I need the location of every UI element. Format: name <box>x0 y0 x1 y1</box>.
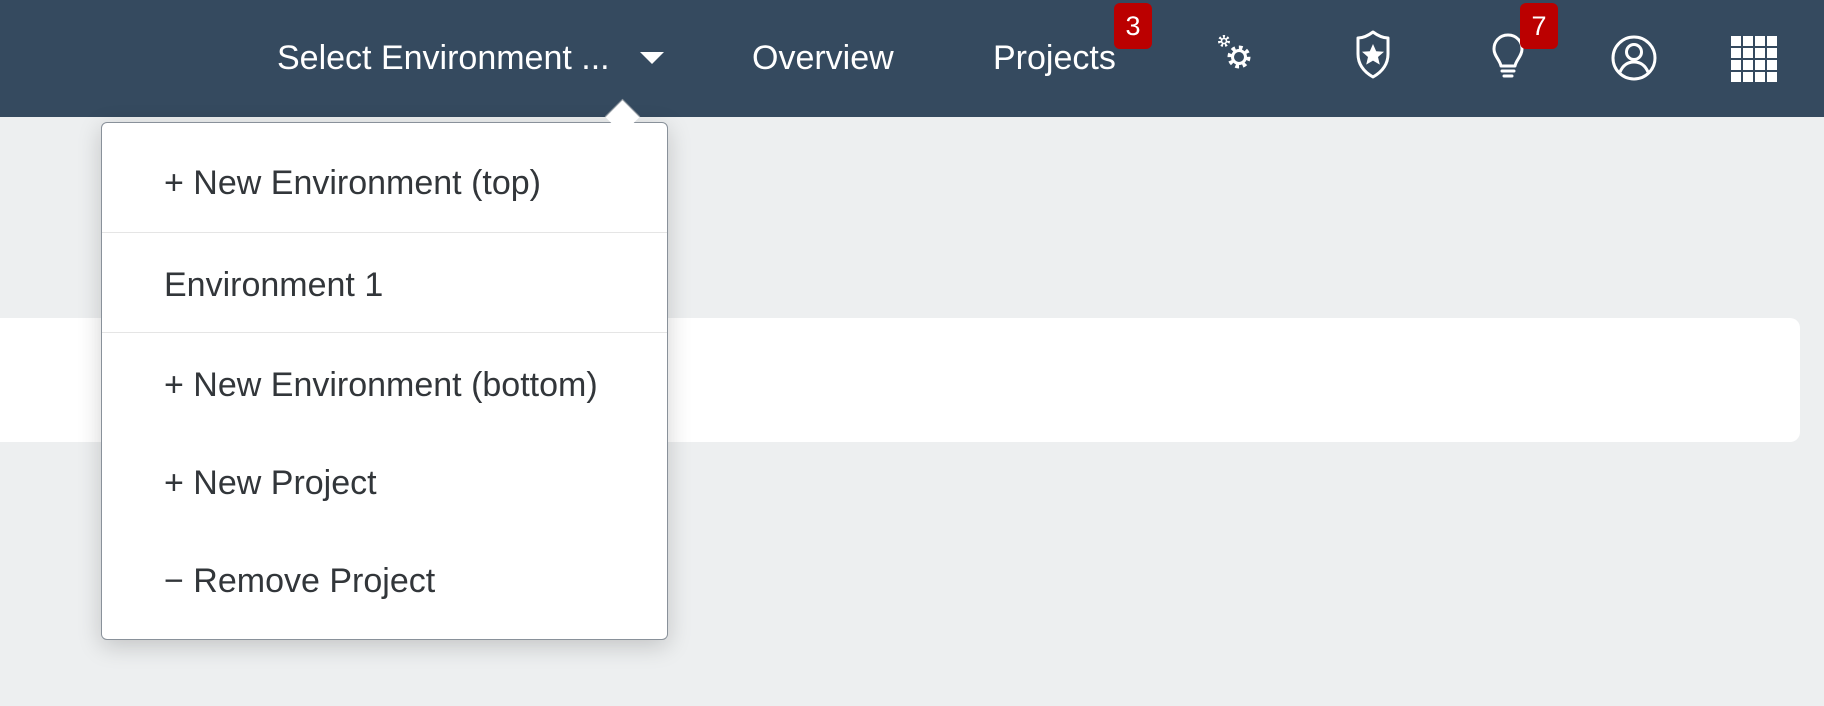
settings-icon <box>1218 35 1251 69</box>
app-launcher-button[interactable] <box>1728 33 1778 83</box>
ideas-count-badge: 7 <box>1520 3 1558 49</box>
user-icon <box>1611 35 1657 81</box>
achievement-badge-icon <box>1356 30 1390 79</box>
environment-dropdown: + New Environment (top) Environment 1 + … <box>101 122 668 640</box>
caret-down-icon[interactable] <box>640 52 664 64</box>
dropdown-pointer-cover <box>600 123 644 137</box>
menu-divider <box>102 232 667 233</box>
menu-item-remove-project[interactable]: − Remove Project <box>102 559 667 603</box>
environment-select[interactable]: Select Environment ... <box>277 36 610 80</box>
menu-item-environment-1[interactable]: Environment 1 <box>102 263 667 307</box>
menu-item-new-environment-top[interactable]: + New Environment (top) <box>102 161 667 205</box>
projects-count-badge: 3 <box>1114 3 1152 49</box>
achievements-button[interactable] <box>1348 30 1398 80</box>
shell-bar: Select Environment ... Overview Projects… <box>0 0 1824 117</box>
app-grid-icon <box>1731 36 1777 82</box>
menu-item-new-project[interactable]: + New Project <box>102 461 667 505</box>
user-menu-button[interactable] <box>1609 33 1659 83</box>
projects-link[interactable]: Projects <box>993 36 1116 80</box>
settings-button[interactable] <box>1213 31 1263 81</box>
menu-divider <box>102 332 667 333</box>
overview-link[interactable]: Overview <box>752 36 894 80</box>
menu-item-new-environment-bottom[interactable]: + New Environment (bottom) <box>102 363 667 407</box>
